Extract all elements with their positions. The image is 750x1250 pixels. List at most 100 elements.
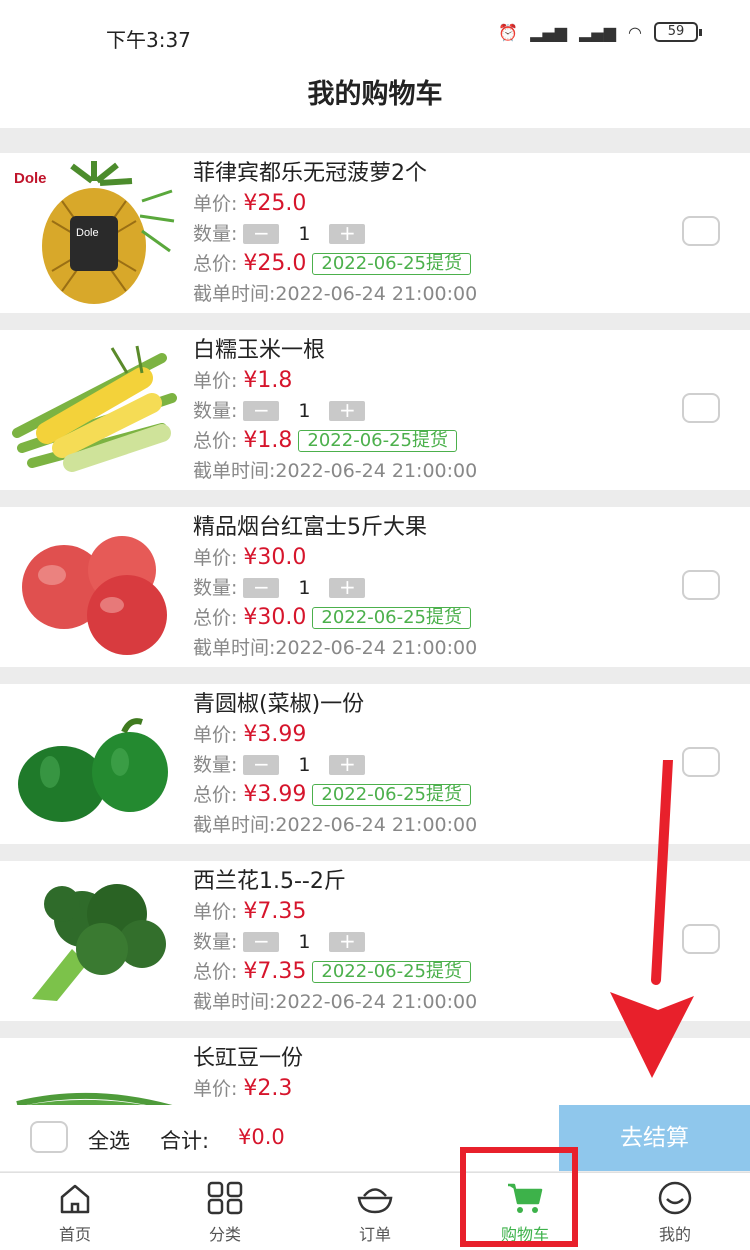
total-price-row: 总价: ¥7.35 2022-06-25提货 <box>193 957 653 987</box>
increase-quantity-button[interactable]: + <box>329 931 366 952</box>
checkout-bar: 全选 合计: ¥0.0 去结算 <box>0 1105 750 1171</box>
total-price: ¥3.99 <box>243 782 307 807</box>
unit-price-label: 单价: <box>193 724 238 746</box>
total-price: ¥1.8 <box>243 428 293 453</box>
cutoff-row: 截单时间: 2022-06-24 21:00:00 <box>193 279 653 309</box>
cutoff-label: 截单时间: <box>193 814 276 836</box>
tab-label: 首页 <box>58 1225 91 1244</box>
total-price-row: 总价: ¥3.99 2022-06-25提货 <box>193 780 653 810</box>
checkout-button[interactable]: 去结算 <box>559 1105 750 1171</box>
product-name[interactable]: 菲律宾都乐无冠菠萝2个 <box>193 159 653 189</box>
cart-item[interactable]: Dole Dole 菲律宾都乐无冠菠萝2个 单价: ¥25.0 数量: −1 + 总价… <box>0 153 750 313</box>
quantity-label: 数量: <box>193 223 238 245</box>
cutoff-time: 2022-06-24 21:00:00 <box>275 991 478 1013</box>
product-name[interactable]: 白糯玉米一根 <box>193 336 653 366</box>
cutoff-time: 2022-06-24 21:00:00 <box>275 283 478 305</box>
pickup-date-badge: 2022-06-25提货 <box>312 253 471 275</box>
increase-quantity-button[interactable]: + <box>329 754 366 775</box>
increase-quantity-button[interactable]: + <box>329 400 366 421</box>
total-price-row: 总价: ¥25.0 2022-06-25提货 <box>193 249 653 279</box>
unit-price-row: 单价: ¥1.8 <box>193 366 653 396</box>
unit-price: ¥2.3 <box>243 1076 293 1101</box>
cutoff-row: 截单时间: 2022-06-24 21:00:00 <box>193 810 653 840</box>
quantity-label: 数量: <box>193 931 238 953</box>
product-image-corn <box>12 338 177 483</box>
item-checkbox[interactable] <box>682 216 720 246</box>
tab-category[interactable]: 分类 <box>150 1173 300 1250</box>
signal-icon: ▂▄▆ <box>530 22 568 42</box>
product-image-long-beans <box>12 1046 177 1105</box>
cart-item[interactable]: 白糯玉米一根 单价: ¥1.8 数量: −1 + 总价: ¥1.8 2022-06-25提… <box>0 330 750 490</box>
cart-item[interactable]: 精品烟台红富士5斤大果 单价: ¥30.0 数量: −1 + 总价: ¥30.0 2022… <box>0 507 750 667</box>
alarm-icon: ⏰ <box>498 22 519 42</box>
total-price: ¥7.35 <box>243 959 307 984</box>
unit-price-label: 单价: <box>193 1078 238 1100</box>
pickup-date-badge: 2022-06-25提货 <box>312 784 471 806</box>
quantity-row: 数量: −1 + <box>193 573 653 603</box>
quantity-row: 数量: −1 + <box>193 396 653 426</box>
product-name[interactable]: 青圆椒(菜椒)一份 <box>193 690 653 720</box>
unit-price-label: 单价: <box>193 901 238 923</box>
product-name[interactable]: 长豇豆一份 <box>193 1044 653 1074</box>
product-image-broccoli <box>12 869 177 1014</box>
decrease-quantity-button[interactable]: − <box>243 931 280 952</box>
signal-icon-2: ▂▄▆ <box>579 22 617 42</box>
bottom-tab-bar: 首页 分类 订单 购物车 我的 <box>0 1172 750 1250</box>
total-label: 合计: <box>160 1129 210 1153</box>
quantity-row: 数量: −1 + <box>193 927 653 957</box>
decrease-quantity-button[interactable]: − <box>243 577 280 598</box>
tab-home[interactable]: 首页 <box>0 1173 150 1250</box>
increase-quantity-button[interactable]: + <box>329 223 366 244</box>
decrease-quantity-button[interactable]: − <box>243 754 280 775</box>
quantity-label: 数量: <box>193 400 238 422</box>
item-checkbox[interactable] <box>682 570 720 600</box>
total-price: ¥30.0 <box>243 605 307 630</box>
page-title: 我的购物车 <box>307 79 443 110</box>
cutoff-time: 2022-06-24 21:00:00 <box>275 637 478 659</box>
home-icon <box>60 1184 90 1214</box>
wifi-icon: ◠ <box>628 22 642 42</box>
product-image-green-peppers <box>12 692 177 837</box>
decrease-quantity-button[interactable]: − <box>243 400 280 421</box>
pickup-date-badge: 2022-06-25提货 <box>312 607 471 629</box>
unit-price: ¥30.0 <box>243 545 307 570</box>
status-icons: ⏰ ▂▄▆ ▂▄▆ ◠ 59 <box>498 22 702 42</box>
unit-price-label: 单价: <box>193 370 238 392</box>
pickup-date-badge: 2022-06-25提货 <box>312 961 471 983</box>
cutoff-row: 截单时间: 2022-06-24 21:00:00 <box>193 987 653 1017</box>
quantity-value: 1 <box>298 931 311 953</box>
unit-price: ¥1.8 <box>243 368 293 393</box>
quantity-value: 1 <box>298 754 311 776</box>
tab-profile[interactable]: 我的 <box>600 1173 750 1250</box>
total-price: ¥25.0 <box>243 251 307 276</box>
total-price-row: 总价: ¥30.0 2022-06-25提货 <box>193 603 653 633</box>
unit-price-row: 单价: ¥2.3 <box>193 1074 653 1104</box>
total-price-label: 总价: <box>193 430 238 452</box>
cutoff-label: 截单时间: <box>193 991 276 1013</box>
tab-orders[interactable]: 订单 <box>300 1173 450 1250</box>
quantity-label: 数量: <box>193 754 238 776</box>
total-value: ¥0.0 <box>238 1125 285 1149</box>
product-name[interactable]: 精品烟台红富士5斤大果 <box>193 513 653 543</box>
select-all-checkbox[interactable] <box>30 1121 68 1153</box>
quantity-value: 1 <box>298 577 311 599</box>
decrease-quantity-button[interactable]: − <box>243 223 280 244</box>
total-price-label: 总价: <box>193 253 238 275</box>
total-price-label: 总价: <box>193 607 238 629</box>
select-all-label[interactable]: 全选 <box>88 1125 130 1155</box>
unit-price: ¥3.99 <box>243 722 307 747</box>
svg-text:Dole: Dole <box>76 227 99 239</box>
quantity-value: 1 <box>298 223 311 245</box>
cutoff-time: 2022-06-24 21:00:00 <box>275 814 478 836</box>
smile-icon <box>658 1181 692 1215</box>
title-bar: 我的购物车 <box>0 70 750 128</box>
status-bar: 下午3:37 ⏰ ▂▄▆ ▂▄▆ ◠ 59 <box>0 0 750 70</box>
cutoff-label: 截单时间: <box>193 460 276 482</box>
svg-text:Dole: Dole <box>14 170 47 187</box>
increase-quantity-button[interactable]: + <box>329 577 366 598</box>
item-checkbox[interactable] <box>682 393 720 423</box>
grid-icon <box>207 1181 243 1215</box>
product-name[interactable]: 西兰花1.5--2斤 <box>193 867 653 897</box>
total-price-label: 总价: <box>193 784 238 806</box>
pickup-date-badge: 2022-06-25提货 <box>298 430 457 452</box>
